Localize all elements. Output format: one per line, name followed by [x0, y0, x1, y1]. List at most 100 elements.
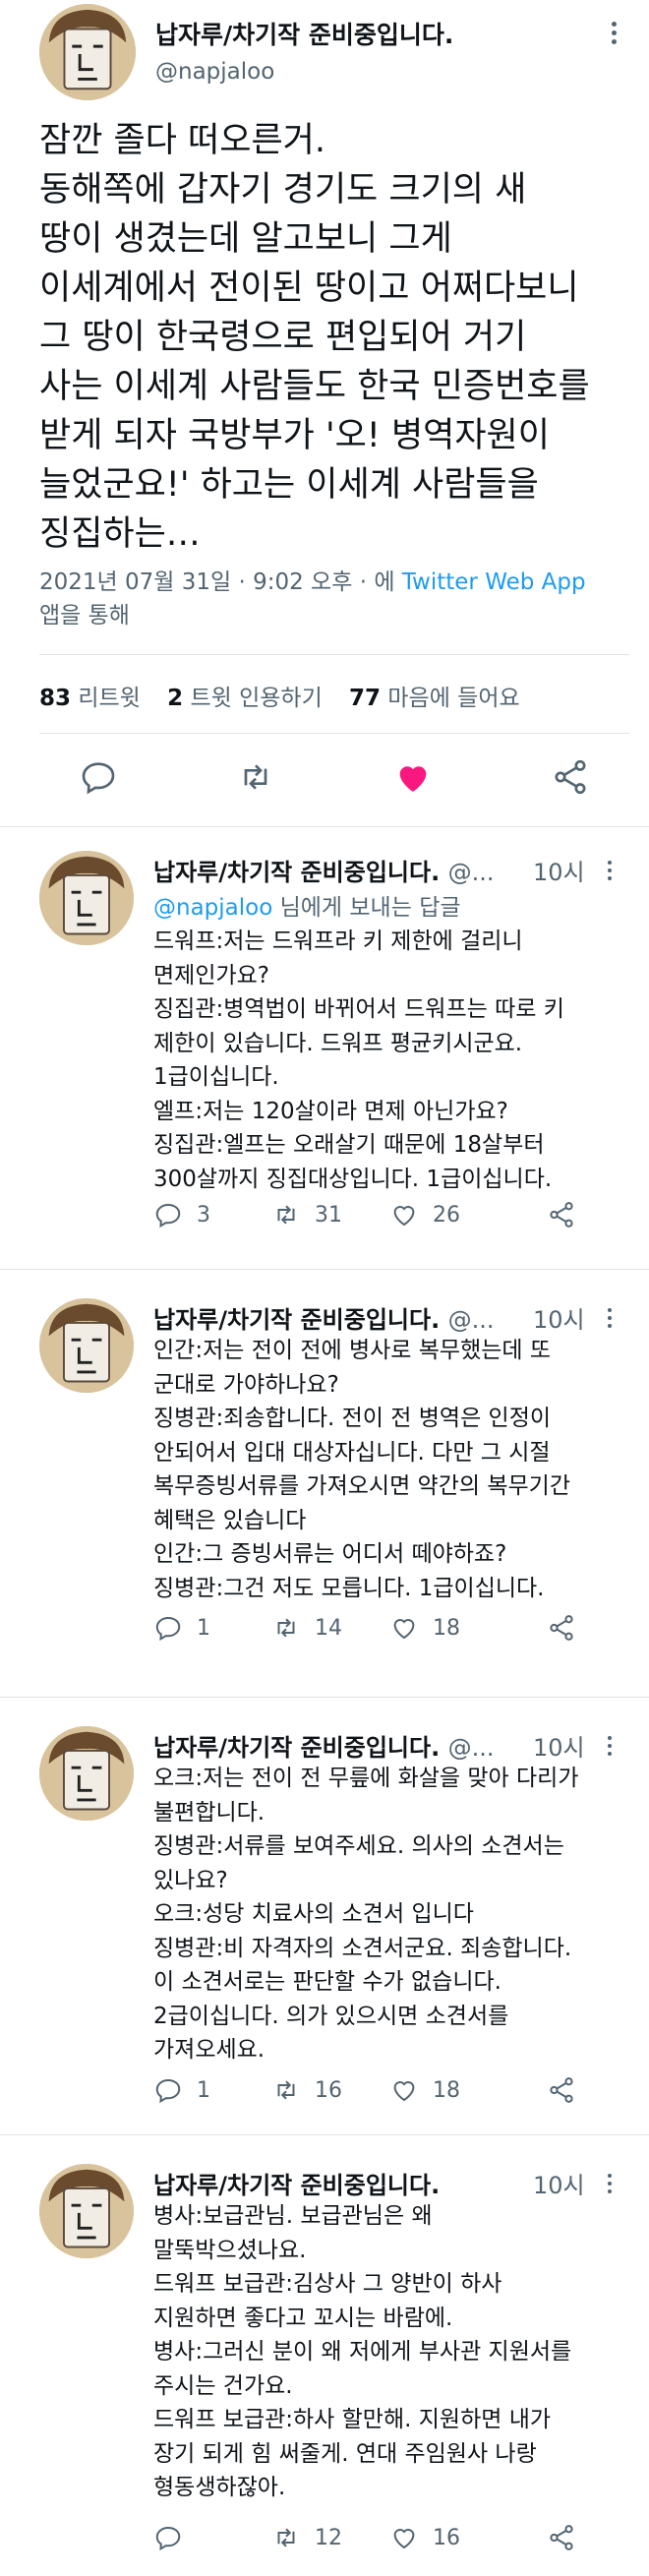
reply-text: 병사:보급관님. 보급관님은 왜 말뚝박으셨나요. 드워프 보급관:김상사 그 …	[153, 2203, 572, 2500]
retweet-stat[interactable]: 83 리트윗	[39, 686, 141, 711]
reply-icon[interactable]	[79, 757, 118, 797]
heart-icon	[393, 1619, 415, 1640]
like-button[interactable]: 18	[389, 1608, 460, 1647]
divider	[0, 826, 649, 827]
reply-action-bar: 1 16 18	[153, 2070, 625, 2110]
share-icon	[550, 2525, 573, 2550]
share-icon[interactable]	[551, 757, 590, 797]
reply-icon	[155, 2526, 181, 2551]
avatar[interactable]	[39, 1726, 134, 1821]
display-name[interactable]: 납자루/차기작 준비중입니다. @...	[153, 1728, 494, 1763]
avatar[interactable]	[39, 2164, 134, 2258]
divider	[39, 654, 629, 655]
share-button[interactable]	[547, 2518, 590, 2557]
client-suffix: 앱을 통해	[39, 603, 130, 629]
timestamp[interactable]: 10시	[533, 853, 585, 887]
display-name[interactable]: 납자루/차기작 준비중입니다. @...	[153, 1300, 494, 1335]
timestamp[interactable]: 2021년 07월 31일 · 9:02 오후 · 에	[39, 569, 394, 595]
reply-button[interactable]: 3	[153, 1195, 210, 1234]
display-name[interactable]: 납자루/차기작 준비중입니다.	[155, 16, 453, 51]
like-count: 16	[433, 2525, 460, 2550]
reply-text: 드워프:저는 드워프라 키 제한에 걸리니 면제인가요? 징집관:병역법이 바뀌…	[153, 929, 564, 1192]
like-stat[interactable]: 77 마음에 들어요	[349, 686, 520, 711]
share-icon	[550, 1202, 573, 1228]
tweet-line: 늘었군요!' 하고는 이세계 사람들을	[39, 465, 539, 505]
avatar[interactable]	[39, 851, 134, 945]
tweet-stats: 83 리트윗 2 트윗 인용하기 77 마음에 들어요	[39, 679, 540, 712]
share-icon	[550, 2077, 573, 2103]
retweet-icon[interactable]	[236, 757, 275, 797]
mention-link[interactable]: @napjaloo	[153, 895, 272, 921]
tweet-line: 사는 이세계 사람들도 한국 민증번호를	[39, 367, 590, 406]
quote-stat[interactable]: 2 트윗 인용하기	[167, 686, 323, 711]
share-button[interactable]	[547, 1195, 590, 1234]
reply-button[interactable]: 1	[153, 1608, 210, 1647]
more-options-icon[interactable]	[612, 22, 620, 48]
tweet-line: 땅이 생겼는데 알고보니 그게	[39, 219, 452, 259]
reply-text: 오크:저는 전이 전 무릎에 화살을 맞아 다리가 불편합니다. 징병관:서류를…	[153, 1766, 579, 2063]
retweet-button[interactable]: 31	[271, 1195, 342, 1234]
timestamp[interactable]: 10시	[533, 1300, 585, 1335]
heart-icon	[393, 1206, 415, 1227]
handle[interactable]: @...	[448, 859, 495, 886]
like-button[interactable]: 26	[389, 1195, 460, 1234]
more-options-icon[interactable]	[608, 1736, 612, 1760]
like-count: 26	[433, 1202, 460, 1228]
retweet-count: 16	[315, 2077, 342, 2103]
more-options-icon[interactable]	[608, 2174, 612, 2197]
share-button[interactable]	[547, 2070, 590, 2110]
reply-tweet[interactable]: 납자루/차기작 준비중입니다. @... 10시 인간:저는 전이 전에 병사로…	[0, 1279, 649, 1702]
retweet-button[interactable]: 14	[271, 1608, 342, 1647]
reply-button[interactable]: 1	[153, 2070, 210, 2110]
timestamp[interactable]: 10시	[533, 1728, 585, 1763]
reply-tweet[interactable]: 납자루/차기작 준비중입니다. @... 10시 오크:저는 전이 전 무릎에 …	[0, 1707, 649, 2139]
divider	[0, 2134, 649, 2135]
like-count: 18	[433, 2077, 460, 2103]
like-button[interactable]: 16	[389, 2518, 460, 2557]
retweet-count: 14	[315, 1615, 342, 1641]
divider	[0, 1697, 649, 1698]
avatar[interactable]	[39, 1298, 134, 1393]
display-name[interactable]: 납자루/차기작 준비중입니다.	[153, 2166, 440, 2200]
retweet-icon	[277, 2080, 295, 2100]
reply-button[interactable]	[153, 2518, 197, 2557]
like-button[interactable]: 18	[389, 2070, 460, 2110]
handle[interactable]: @...	[448, 1734, 495, 1762]
tweet-action-bar	[39, 757, 629, 807]
tweet-text: 잠깐 졸다 떠오른거. 동해쪽에 갑자기 경기도 크기의 새 땅이 생겼는데 알…	[39, 116, 639, 559]
retweet-count: 31	[315, 1202, 342, 1228]
reply-icon	[155, 1616, 181, 1642]
handle[interactable]: @...	[448, 1306, 495, 1334]
retweet-icon	[277, 1205, 295, 1225]
heart-icon	[393, 2081, 415, 2102]
retweet-button[interactable]: 16	[271, 2070, 342, 2110]
avatar[interactable]	[39, 4, 136, 100]
reply-tweet[interactable]: 납자루/차기작 준비중입니다. 10시 병사:보급관님. 보급관님은 왜 말뚝박…	[0, 2144, 649, 2576]
avatar-face-icon	[39, 1298, 134, 1393]
timestamp[interactable]: 10시	[533, 2166, 585, 2200]
avatar-face-icon	[39, 851, 134, 945]
reply-count: 3	[197, 1202, 210, 1228]
tweet-line: 이세계에서 전이된 땅이고 어쩌다보니	[39, 269, 579, 308]
reply-action-bar: 12 16	[153, 2518, 625, 2557]
reply-count: 1	[197, 1615, 210, 1641]
avatar-face-icon	[39, 4, 136, 100]
more-options-icon[interactable]	[608, 1308, 612, 1332]
retweet-button[interactable]: 12	[271, 2518, 342, 2557]
reply-tweet[interactable]: 납자루/차기작 준비중입니다. @... 10시 @napjaloo 님에게 보…	[0, 831, 649, 1274]
display-name[interactable]: 납자루/차기작 준비중입니다. @...	[153, 853, 494, 887]
handle[interactable]: @napjaloo	[155, 59, 274, 85]
reply-context: @napjaloo 님에게 보내는 답글	[153, 895, 461, 921]
avatar-face-icon	[39, 1726, 134, 1821]
avatar-face-icon	[39, 2164, 134, 2258]
more-options-icon[interactable]	[608, 861, 612, 884]
reply-text: 인간:저는 전이 전에 병사로 복무했는데 또 군대로 가야하나요? 징병관:죄…	[153, 1338, 570, 1601]
heart-icon[interactable]	[393, 757, 433, 797]
share-button[interactable]	[547, 1608, 590, 1647]
tweet-meta: 2021년 07월 31일 · 9:02 오후 · 에 Twitter Web …	[39, 566, 629, 632]
client-link[interactable]: Twitter Web App	[402, 569, 586, 595]
reply-icon	[155, 2078, 181, 2104]
divider	[39, 733, 629, 734]
heart-icon	[393, 2529, 415, 2549]
tweet-line: 동해쪽에 갑자기 경기도 크기의 새	[39, 170, 527, 210]
